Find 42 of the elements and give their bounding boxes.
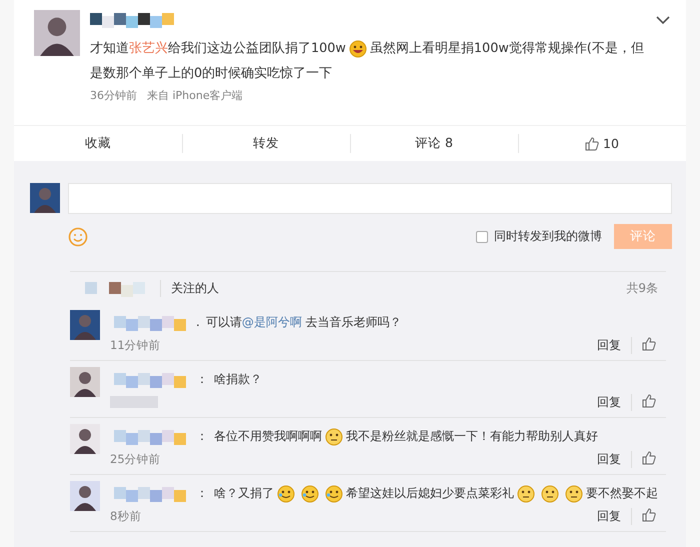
comment-time: 25分钟前 xyxy=(110,452,161,466)
thumbs-up-icon[interactable] xyxy=(642,450,656,464)
post-source: 来自 iPhone客户端 xyxy=(147,88,243,103)
comment-input[interactable] xyxy=(68,183,672,214)
comment-count: 共9条 xyxy=(626,280,659,296)
post-time: 36分钟前 xyxy=(90,88,137,103)
tab[interactable]: 关注的人 xyxy=(160,280,219,296)
emoji-icon xyxy=(301,484,319,503)
repost-checkbox[interactable] xyxy=(476,230,488,242)
like-button[interactable]: 10 xyxy=(518,126,686,161)
emoji-icon xyxy=(325,484,343,503)
separator-text: ： xyxy=(196,428,208,444)
thumbs-up-icon[interactable] xyxy=(642,394,656,408)
reply-button[interactable]: 回复 xyxy=(587,450,632,468)
emoji-icon xyxy=(325,428,343,446)
emoji-icon xyxy=(277,484,295,503)
reply-button[interactable]: 回复 xyxy=(587,394,632,410)
thumbs-up-icon[interactable] xyxy=(642,508,656,522)
action-button[interactable]: 收藏 xyxy=(14,126,182,161)
chevron-down-icon[interactable] xyxy=(656,16,670,25)
action-button[interactable]: 转发 xyxy=(182,126,350,161)
emoji-icon xyxy=(517,484,535,503)
comment-text: 啥捐款？ xyxy=(214,371,262,388)
checkbox-label: 同时转发到我的微博 xyxy=(494,228,602,245)
comment-text: 各位不用赞我啊啊啊 我不是粉丝就是感慨一下！有能力帮助别人真好 xyxy=(214,426,598,446)
comment-text: 啥？又捐了 希望这娃以后媳妇少要点菜彩礼 要不然娶不起 xyxy=(214,483,658,503)
thumbs-up-icon[interactable] xyxy=(642,336,656,350)
mention-link[interactable]: @是阿兮啊 xyxy=(242,315,302,329)
emoji-icon xyxy=(565,484,583,503)
emoji-icon xyxy=(348,40,367,58)
separator-text: . xyxy=(196,315,200,329)
reply-button[interactable]: 回复 xyxy=(587,336,632,354)
comment-time: 11分钟前 xyxy=(110,338,161,352)
separator-text: ： xyxy=(196,370,208,388)
thumbs-up-icon[interactable] xyxy=(585,136,600,150)
action-button[interactable]: 评论 8 xyxy=(350,126,518,161)
comment-text: 可以请@是阿兮啊 去当音乐老师吗？ xyxy=(206,314,402,331)
reply-button[interactable]: 回复 xyxy=(587,508,632,524)
comment-time: 8秒前 xyxy=(110,508,142,524)
separator-text: ： xyxy=(196,484,208,502)
emoji-icon xyxy=(541,484,559,503)
post-text: 才知道张艺兴给我们这边公益团队捐了100w 虽然网上看明星捐100w觉得常规操作(不是，但是数那个单子上的0的时候确实吃惊了一下 xyxy=(90,38,645,83)
